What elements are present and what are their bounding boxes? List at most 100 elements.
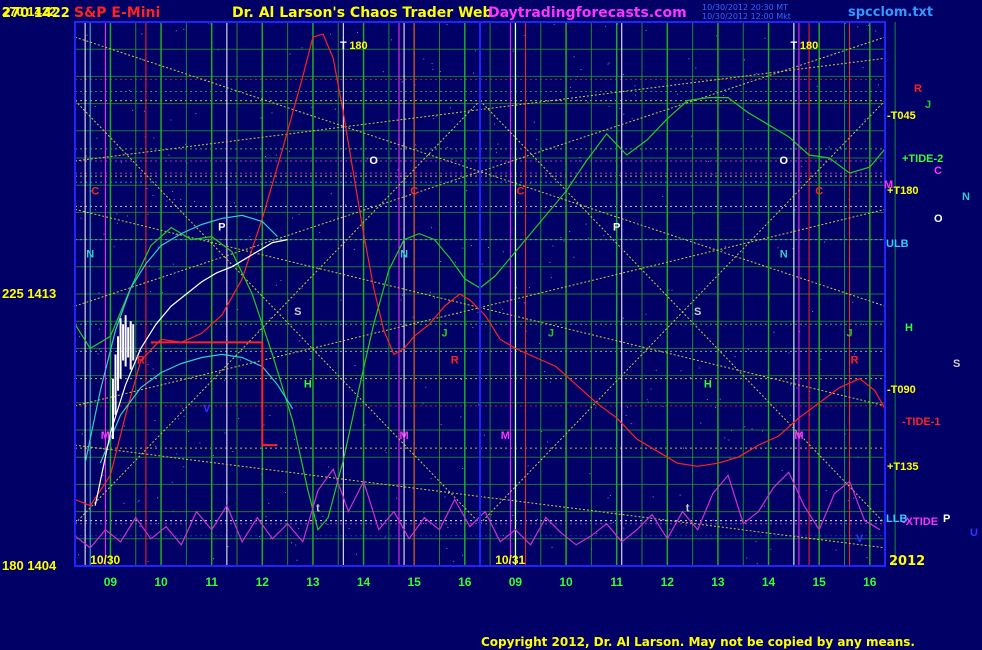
star-dot <box>719 398 721 400</box>
star-dot <box>622 317 624 319</box>
star-dot <box>743 59 745 61</box>
star-dot <box>607 63 609 65</box>
star-dot <box>142 59 144 61</box>
star-dot <box>354 364 356 366</box>
star-dot <box>553 23 555 25</box>
star-dot <box>447 492 449 494</box>
star-dot <box>301 287 303 289</box>
level-label: U <box>970 527 978 539</box>
star-dot <box>423 58 425 60</box>
star-dot <box>172 263 174 265</box>
star-dot <box>655 369 657 371</box>
chart-annotation: C <box>410 185 418 197</box>
level-label: R <box>914 83 922 95</box>
chart-annotation: J <box>442 327 448 339</box>
star-dot <box>662 405 664 407</box>
chart-annotation: H <box>304 379 312 391</box>
series-cyan2 <box>99 353 294 464</box>
star-dot <box>137 501 139 503</box>
star-dot <box>440 260 442 262</box>
star-dot <box>345 204 347 206</box>
star-dot <box>239 359 241 361</box>
star-dot <box>356 31 358 33</box>
star-dot <box>547 441 549 443</box>
star-dot <box>544 206 546 208</box>
star-dot <box>227 546 229 548</box>
star-dot <box>183 466 185 468</box>
star-dot <box>116 213 118 215</box>
star-dot <box>573 256 575 258</box>
star-dot <box>147 363 149 365</box>
chart-annotation: J <box>847 327 853 339</box>
star-dot <box>623 113 625 115</box>
chart-annotation: R <box>137 355 145 367</box>
star-dot <box>146 188 148 190</box>
star-dot <box>527 465 529 467</box>
star-dot <box>309 358 311 360</box>
star-dot <box>777 247 779 249</box>
chart-annotation: R <box>451 355 459 367</box>
chart-annotation: M <box>101 430 110 442</box>
star-dot <box>685 524 687 526</box>
level-label: ULB <box>886 238 909 250</box>
y-axis-label: 225 1413 <box>2 286 56 301</box>
star-dot <box>449 107 451 109</box>
star-dot <box>764 37 766 39</box>
chart-annotation: 180 <box>349 40 367 52</box>
star-dot <box>781 469 783 471</box>
star-dot <box>857 26 859 28</box>
star-dot <box>88 449 90 451</box>
star-dot <box>533 121 535 123</box>
x-tick-label: 12 <box>256 575 270 589</box>
star-dot <box>124 425 126 427</box>
star-dot <box>820 358 822 360</box>
star-dot <box>650 388 652 390</box>
star-dot <box>435 115 437 117</box>
star-dot <box>539 343 541 345</box>
star-dot <box>152 368 154 370</box>
x-tick-label: 09 <box>509 575 523 589</box>
star-dot <box>120 161 122 163</box>
star-dot <box>478 404 480 406</box>
chart-annotation: N <box>400 249 408 261</box>
star-dot <box>431 63 433 65</box>
star-dot <box>298 213 300 215</box>
star-dot <box>188 430 190 432</box>
timestamp-1: 10/30/2012 20:30 MT <box>702 3 789 12</box>
star-dot <box>652 496 654 498</box>
star-dot <box>585 223 587 225</box>
x-tick-label: 09 <box>104 575 118 589</box>
star-dot <box>523 302 525 304</box>
chart-annotation: C <box>815 185 823 197</box>
star-dot <box>152 194 154 196</box>
star-dot <box>634 85 636 87</box>
site-name[interactable]: Daytradingforecasts.com <box>488 5 687 21</box>
star-dot <box>433 118 435 120</box>
star-dot <box>864 118 866 120</box>
star-dot <box>484 434 486 436</box>
date-label: 10/30 <box>90 553 120 567</box>
star-dot <box>828 146 830 148</box>
star-dot <box>249 236 251 238</box>
star-dot <box>758 101 760 103</box>
star-dot <box>676 93 678 95</box>
star-dot <box>551 546 553 548</box>
star-dot <box>773 331 775 333</box>
star-dot <box>434 297 435 299</box>
x-tick-label: 15 <box>813 575 827 589</box>
star-dot <box>94 106 96 108</box>
chart-annotation: V <box>203 403 211 415</box>
star-dot <box>158 268 160 270</box>
star-dot <box>199 442 201 444</box>
level-label: +T135 <box>887 461 919 473</box>
x-tick-label: 14 <box>762 575 776 589</box>
star-dot <box>298 528 300 530</box>
star-dot <box>796 387 798 389</box>
star-dot <box>364 424 366 426</box>
star-dot <box>552 245 554 247</box>
star-dot <box>603 234 605 236</box>
star-dot <box>269 415 271 417</box>
star-dot <box>232 451 234 453</box>
star-dot <box>180 199 182 201</box>
star-dot <box>296 559 298 561</box>
